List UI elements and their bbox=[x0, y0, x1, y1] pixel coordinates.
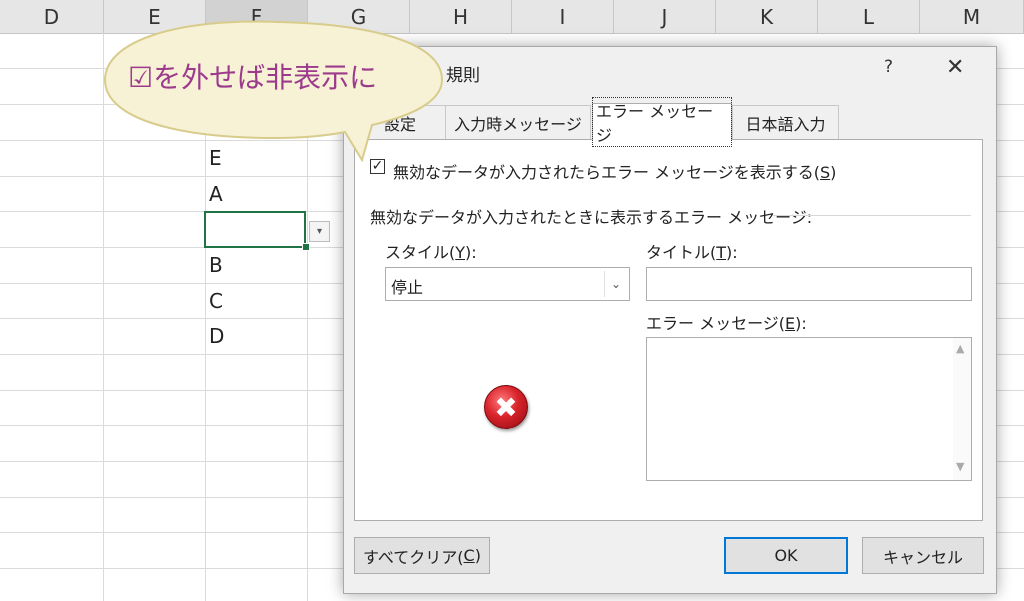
cell-f-row8[interactable]: C bbox=[206, 283, 306, 318]
group-divider bbox=[773, 215, 971, 216]
scroll-down-icon[interactable]: ▼ bbox=[956, 460, 964, 473]
title-input[interactable] bbox=[646, 267, 972, 301]
textarea-scrollbar[interactable]: ▲ ▼ bbox=[953, 338, 971, 480]
column-header-m[interactable]: M bbox=[920, 0, 1024, 33]
show-error-label[interactable]: 無効なデータが入力されたらエラー メッセージを表示する(S) bbox=[393, 159, 836, 183]
scroll-up-icon[interactable]: ▲ bbox=[956, 342, 964, 355]
stop-error-icon: ✖ bbox=[484, 385, 528, 429]
style-select-value: 停止 bbox=[391, 278, 424, 297]
tab-error-alert[interactable]: エラー メッセージ bbox=[592, 97, 732, 147]
cancel-button[interactable]: キャンセル bbox=[862, 537, 984, 574]
active-cell[interactable] bbox=[204, 211, 306, 248]
tab-ime[interactable]: 日本語入力 bbox=[732, 105, 839, 139]
error-message-textarea[interactable]: ▲ ▼ bbox=[646, 337, 972, 481]
ok-button[interactable]: OK bbox=[724, 537, 848, 574]
chevron-down-icon[interactable]: ⌄ bbox=[604, 271, 627, 297]
style-label: スタイル(Y): bbox=[385, 243, 477, 262]
group-label: 無効なデータが入力されたときに表示するエラー メッセージ: bbox=[370, 208, 813, 227]
column-header-i[interactable]: I bbox=[512, 0, 614, 33]
clear-all-button[interactable]: すべてクリア(C) bbox=[354, 537, 490, 574]
tab-input-message-label: 入力時メッセージ bbox=[454, 114, 582, 134]
column-header-d[interactable]: D bbox=[0, 0, 104, 33]
column-header-j[interactable]: J bbox=[614, 0, 716, 33]
error-alert-panel: ✓ 無効なデータが入力されたらエラー メッセージを表示する(S) 無効なデータが… bbox=[354, 139, 983, 521]
tab-ime-label: 日本語入力 bbox=[745, 114, 826, 134]
tab-input-message[interactable]: 入力時メッセージ bbox=[445, 105, 591, 139]
error-message-label: エラー メッセージ(E): bbox=[646, 314, 807, 333]
dialog-title: 規則 bbox=[446, 66, 480, 86]
column-header-k[interactable]: K bbox=[716, 0, 818, 33]
title-label: タイトル(T): bbox=[646, 243, 738, 262]
fill-handle[interactable] bbox=[302, 243, 310, 251]
close-icon[interactable]: ✕ bbox=[946, 55, 964, 80]
callout-bubble: ☑を外せば非表示に bbox=[100, 10, 450, 170]
style-select[interactable]: 停止 ⌄ bbox=[385, 267, 630, 301]
tab-error-alert-label: エラー メッセージ bbox=[592, 97, 732, 147]
column-header-l[interactable]: L bbox=[818, 0, 920, 33]
callout-text: ☑を外せば非表示に bbox=[128, 61, 378, 94]
cell-dropdown-button[interactable]: ▾ bbox=[309, 221, 330, 242]
cell-f-row5[interactable]: A bbox=[206, 176, 306, 211]
cell-f-row7[interactable]: B bbox=[206, 247, 306, 282]
help-button[interactable]: ? bbox=[884, 57, 893, 77]
cell-f-row9[interactable]: D bbox=[206, 318, 306, 353]
